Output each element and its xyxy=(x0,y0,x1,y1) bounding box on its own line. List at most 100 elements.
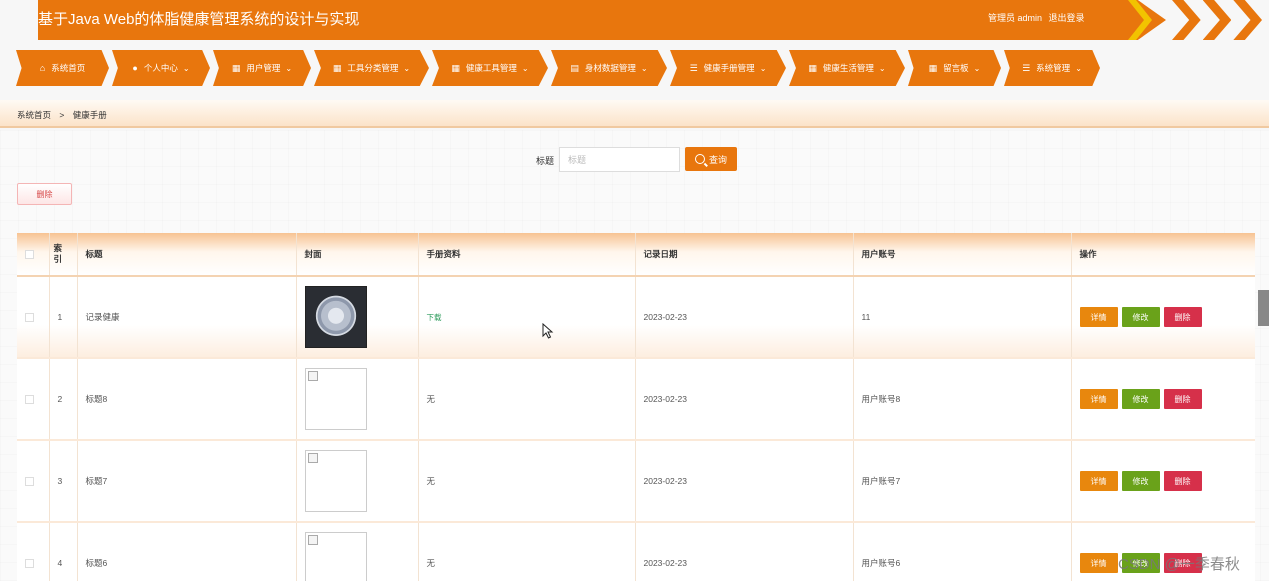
chevron-down-icon: ⌄ xyxy=(521,63,529,73)
batch-delete-button[interactable]: 删除 xyxy=(17,183,72,205)
chevron-right-icon xyxy=(1233,0,1263,40)
watermark: CSDN @一季春秋 xyxy=(1118,556,1240,573)
cover-image xyxy=(304,286,367,348)
column-header-date: 记录日期 xyxy=(635,233,854,277)
delete-button[interactable]: 删除 xyxy=(1163,389,1202,409)
nav-item-label: 用户管理 xyxy=(246,63,281,73)
search-button-label: 查询 xyxy=(708,154,727,165)
column-header-title: 标题 xyxy=(77,233,297,277)
nav-item-users[interactable]: ▦ 用户管理 ⌄ xyxy=(213,50,311,86)
breadcrumb-separator: > xyxy=(59,110,65,120)
table-row: 4 标题6 无 2023-02-23 用户账号6 详情 修改 删除 xyxy=(17,522,1255,581)
list-icon: ☰ xyxy=(1022,62,1031,73)
cover-image xyxy=(304,450,367,512)
nav-item-label: 健康手册管理 xyxy=(703,63,755,73)
nav-item-home[interactable]: ⌂ 系统首页 xyxy=(16,50,109,86)
breadcrumb-home[interactable]: 系统首页 xyxy=(17,110,51,120)
row-account: 用户账号8 xyxy=(853,358,1072,441)
broken-image-icon xyxy=(307,371,318,381)
nav-item-label: 系统首页 xyxy=(51,63,86,73)
search-label: 标题 xyxy=(536,156,555,166)
scrollbar-thumb[interactable] xyxy=(1258,290,1269,326)
breadcrumb-current: 健康手册 xyxy=(72,110,107,120)
edit-button[interactable]: 修改 xyxy=(1121,307,1160,327)
chevron-decoration xyxy=(1172,0,1263,40)
edit-button[interactable]: 修改 xyxy=(1121,471,1160,491)
row-material: 无 xyxy=(418,358,636,441)
row-title: 标题8 xyxy=(77,358,297,441)
row-checkbox[interactable] xyxy=(25,395,34,405)
row-index: 3 xyxy=(49,440,78,523)
nav-item-label: 健康工具管理 xyxy=(465,63,517,73)
row-checkbox[interactable] xyxy=(25,477,34,487)
chevron-right-icon xyxy=(1172,0,1201,40)
row-date: 2023-02-23 xyxy=(635,440,854,523)
delete-button[interactable]: 删除 xyxy=(1163,471,1202,491)
nav-item-health-tools[interactable]: ▦ 健康工具管理 ⌄ xyxy=(432,50,548,86)
download-link[interactable]: 下载 xyxy=(427,313,442,322)
row-title: 记录健康 xyxy=(77,276,297,359)
row-account: 用户账号6 xyxy=(853,522,1072,581)
row-account: 11 xyxy=(853,276,1072,359)
chevron-right-icon xyxy=(1202,0,1232,40)
manual-table: 索 引 标题 封面 手册资料 记录日期 用户账号 操作 1 记录健康 下载 20… xyxy=(17,233,1255,581)
grid-icon: ▦ xyxy=(332,62,342,73)
user-info: 管理员 admin 退出登录 xyxy=(988,11,1089,24)
search-icon xyxy=(694,154,705,164)
detail-button[interactable]: 详情 xyxy=(1079,471,1118,491)
nav-item-message-board[interactable]: ▦ 留言板 ⌄ xyxy=(908,50,1001,86)
grid-icon: ▦ xyxy=(928,62,938,73)
column-header-cover: 封面 xyxy=(296,233,419,277)
row-date: 2023-02-23 xyxy=(635,276,854,359)
table-icon: ▤ xyxy=(570,62,579,73)
row-index: 4 xyxy=(49,522,78,581)
admin-label: 管理员 admin xyxy=(988,13,1043,23)
nav-item-profile[interactable]: ● 个人中心 ⌄ xyxy=(112,50,210,86)
nav-item-body-data[interactable]: ▤ 身材数据管理 ⌄ xyxy=(551,50,667,86)
search-input[interactable] xyxy=(559,147,680,172)
delete-button[interactable]: 删除 xyxy=(1163,307,1202,327)
nav-item-system[interactable]: ☰ 系统管理 ⌄ xyxy=(1004,50,1100,86)
nav-item-label: 工具分类管理 xyxy=(347,63,399,73)
chevron-down-icon: ⌄ xyxy=(182,63,190,73)
chevron-down-icon: ⌄ xyxy=(640,63,648,73)
column-header-account: 用户账号 xyxy=(853,233,1072,277)
row-checkbox[interactable] xyxy=(25,559,34,569)
nav-item-label: 系统管理 xyxy=(1036,63,1071,73)
chevron-down-icon: ⌄ xyxy=(1075,63,1082,73)
grid-icon: ▦ xyxy=(231,62,241,73)
row-checkbox[interactable] xyxy=(25,313,34,323)
mouse-cursor-icon xyxy=(542,323,554,339)
edit-button[interactable]: 修改 xyxy=(1121,389,1160,409)
nav-item-label: 留言板 xyxy=(943,63,969,73)
cover-image xyxy=(304,532,367,581)
nav-item-label: 健康生活管理 xyxy=(822,63,874,73)
detail-button[interactable]: 详情 xyxy=(1079,389,1118,409)
table-header-row: 索 引 标题 封面 手册资料 记录日期 用户账号 操作 xyxy=(17,233,1255,277)
broken-image-icon xyxy=(307,535,318,545)
row-material: 无 xyxy=(418,522,636,581)
table-row: 2 标题8 无 2023-02-23 用户账号8 详情 修改 删除 xyxy=(17,358,1255,441)
search-button[interactable]: 查询 xyxy=(685,147,737,171)
select-all-checkbox[interactable] xyxy=(25,250,34,260)
logout-link[interactable]: 退出登录 xyxy=(1049,13,1085,23)
breadcrumb-bar: 系统首页 > 健康手册 xyxy=(0,100,1269,128)
column-header-material: 手册资料 xyxy=(418,233,636,277)
nav-item-health-manual[interactable]: ☰ 健康手册管理 ⌄ xyxy=(670,50,786,86)
nav-item-healthy-living[interactable]: ▦ 健康生活管理 ⌄ xyxy=(789,50,905,86)
detail-button[interactable]: 详情 xyxy=(1079,307,1118,327)
chevron-down-icon: ⌄ xyxy=(973,63,981,73)
nav-item-label: 身材数据管理 xyxy=(584,63,636,73)
detail-button[interactable]: 详情 xyxy=(1079,553,1118,573)
site-title: 基于Java Web的体脂健康管理系统的设计与实现 xyxy=(38,11,360,28)
column-header-actions: 操作 xyxy=(1071,233,1255,277)
nav-item-tool-categories[interactable]: ▦ 工具分类管理 ⌄ xyxy=(314,50,429,86)
row-title: 标题7 xyxy=(77,440,297,523)
table-row: 3 标题7 无 2023-02-23 用户账号7 详情 修改 删除 xyxy=(17,440,1255,523)
chevron-down-icon: ⌄ xyxy=(878,63,886,73)
person-icon: ● xyxy=(132,63,138,73)
cover-image xyxy=(304,368,367,430)
breadcrumb: 系统首页 > 健康手册 xyxy=(17,109,113,121)
row-title: 标题6 xyxy=(77,522,297,581)
main-nav: ⌂ 系统首页 ● 个人中心 ⌄ ▦ 用户管理 ⌄ ▦ 工具分类管理 ⌄ ▦ 健康… xyxy=(16,50,1116,86)
